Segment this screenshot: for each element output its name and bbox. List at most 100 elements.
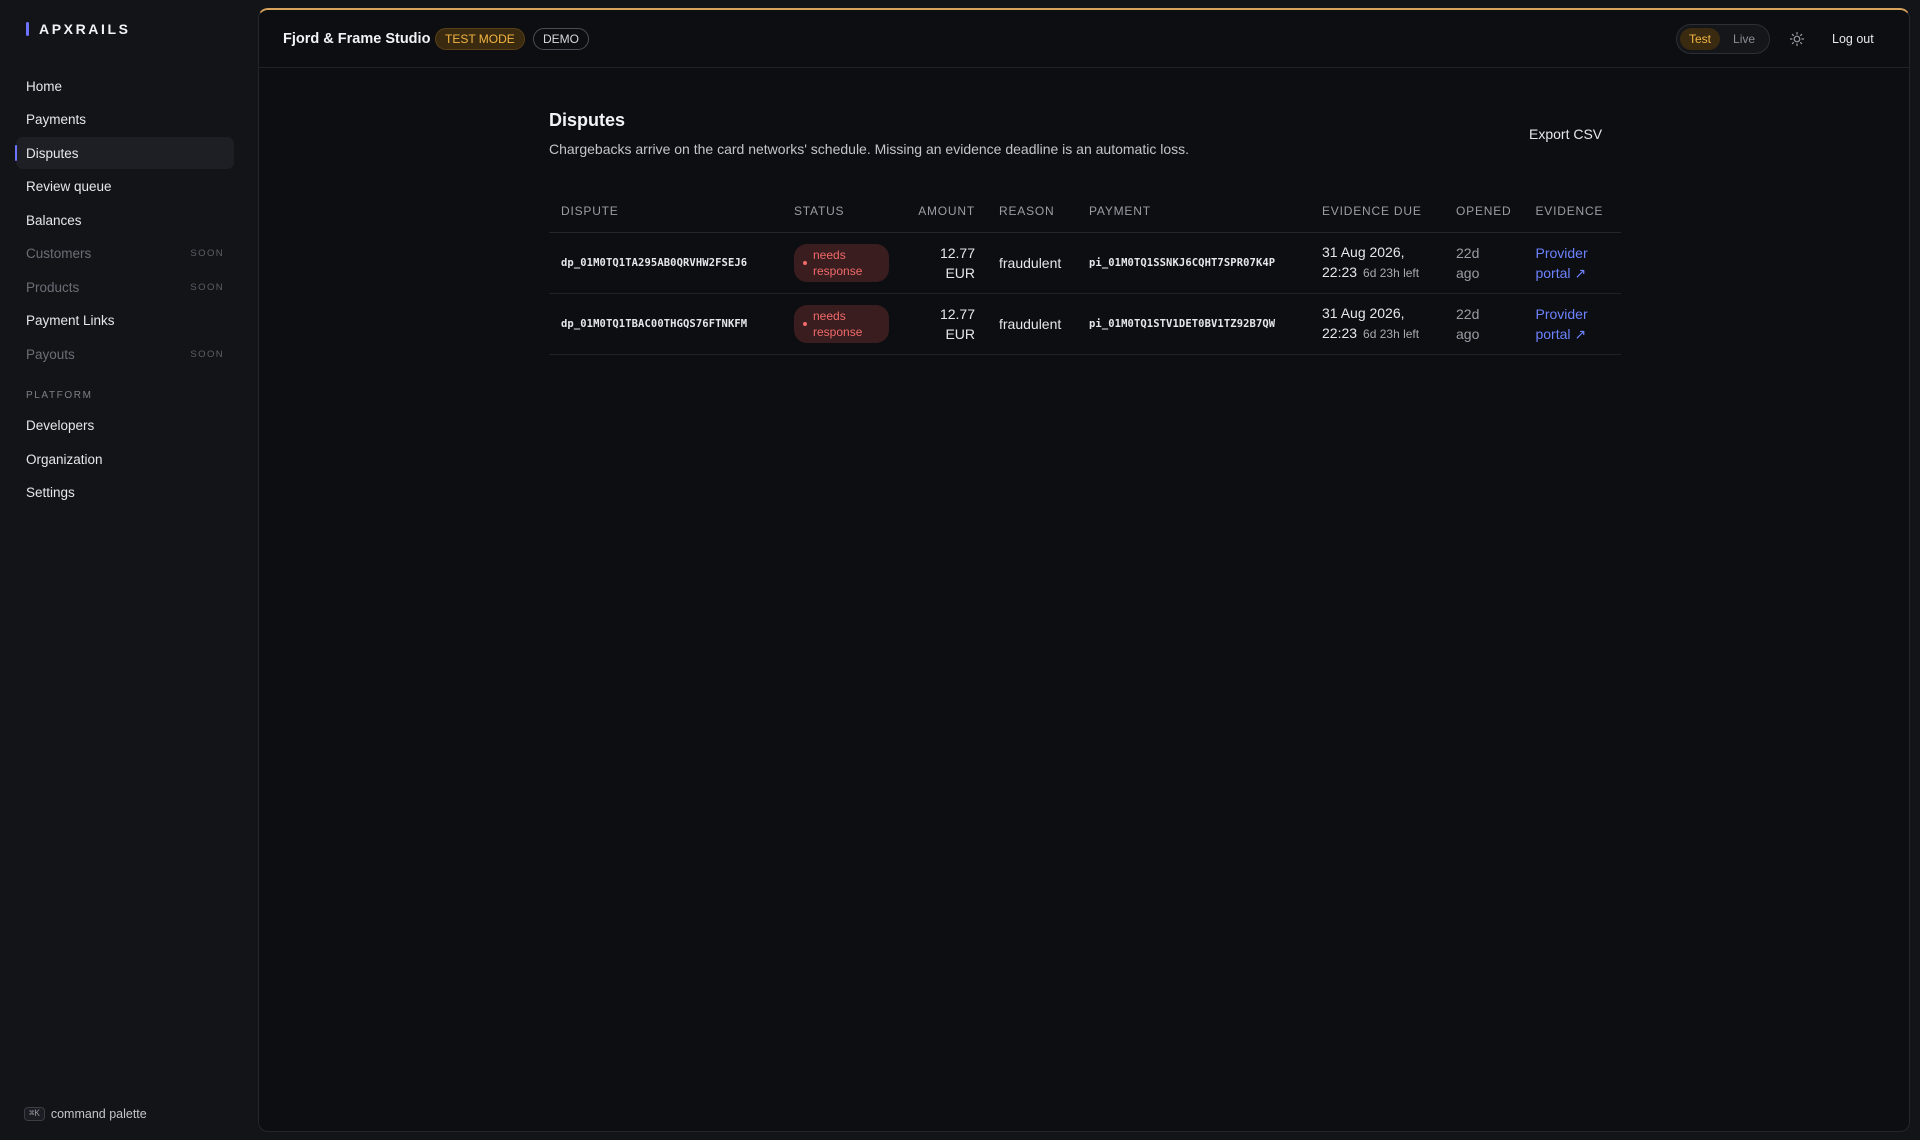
- link-label-line-1: Provider: [1535, 305, 1588, 322]
- link-label-line-1: Provider: [1535, 244, 1588, 261]
- sidebar-item-products: Products SOON: [16, 271, 234, 303]
- dispute-id[interactable]: dp_01M0TQ1TA295AB0QRVHW2FSEJ6: [549, 232, 782, 294]
- brand-name: APXRAILS: [39, 21, 131, 37]
- sidebar-item-label: Products: [26, 279, 80, 295]
- column-header-status[interactable]: STATUS: [782, 190, 906, 233]
- evidence-time-left: 6d 23h left: [1363, 266, 1420, 280]
- logout-button[interactable]: Log out: [1832, 32, 1874, 46]
- sidebar-item-label: Settings: [26, 485, 75, 500]
- sidebar-item-payments[interactable]: Payments: [16, 104, 234, 136]
- sidebar-item-label: Home: [26, 78, 63, 94]
- opened-cell: 22d ago: [1444, 232, 1524, 294]
- evidence-time-left: 6d 23h left: [1363, 327, 1420, 341]
- org-name: Fjord & Frame Studio: [283, 31, 431, 47]
- sidebar-item-home[interactable]: Home: [16, 70, 234, 102]
- command-shortcut-key: ⌘K: [24, 1107, 45, 1121]
- soon-badge: SOON: [190, 348, 224, 360]
- sidebar-item-payouts: Payouts SOON: [16, 338, 234, 370]
- sun-icon[interactable]: [1789, 31, 1805, 47]
- disputes-content: Disputes Chargebacks arrive on the card …: [549, 110, 1621, 355]
- table-row[interactable]: dp_01M0TQ1TA295AB0QRVHW2FSEJ6 needs resp…: [549, 232, 1621, 294]
- soon-badge: SOON: [190, 281, 224, 293]
- sidebar-item-payment-links[interactable]: Payment Links: [16, 305, 234, 337]
- sidebar-item-label: Payment Links: [26, 313, 115, 328]
- provider-portal-link[interactable]: Provider portal ↗: [1535, 304, 1587, 344]
- amount-cell: 12.77 EUR: [906, 232, 987, 294]
- sidebar: APXRAILS Home Payments Disputes Review q…: [0, 0, 257, 1140]
- column-header-opened[interactable]: OPENED: [1444, 190, 1524, 233]
- demo-badge: DEMO: [533, 28, 589, 50]
- link-label-line-2: portal ↗: [1535, 325, 1587, 342]
- sidebar-item-label: Developers: [26, 418, 95, 433]
- sidebar-item-balances[interactable]: Balances: [16, 204, 234, 236]
- evidence-due-cell: 31 Aug 2026, 22:23 6d 23h left: [1310, 293, 1444, 355]
- column-header-evidence-due[interactable]: EVIDENCE DUE: [1310, 190, 1444, 233]
- column-header-evidence[interactable]: EVIDENCE: [1523, 190, 1621, 233]
- table-header-row: DISPUTE STATUS AMOUNT REASON PAYMENT EVI…: [549, 190, 1621, 233]
- main-panel: Fjord & Frame Studio TEST MODE DEMO Test…: [258, 8, 1910, 1132]
- sidebar-item-label: Customers: [26, 246, 92, 261]
- sidebar-item-disputes[interactable]: Disputes: [15, 137, 234, 169]
- sidebar-item-label: Disputes: [26, 145, 79, 161]
- soon-badge: SOON: [190, 248, 224, 259]
- command-palette-label: command palette: [50, 1107, 147, 1121]
- evidence-due-date: 31 Aug 2026,: [1322, 305, 1405, 321]
- sidebar-item-label: Organization: [26, 451, 103, 467]
- test-mode-badge: TEST MODE: [435, 28, 525, 50]
- mode-live-button[interactable]: Live: [1724, 28, 1764, 50]
- status-badge: needs response: [794, 304, 889, 343]
- disputes-table: DISPUTE STATUS AMOUNT REASON PAYMENT EVI…: [549, 190, 1621, 355]
- amount-cell: 12.77 EUR: [906, 293, 987, 355]
- sidebar-item-review-queue[interactable]: Review queue: [16, 171, 234, 203]
- evidence-due-date: 31 Aug 2026,: [1322, 244, 1405, 260]
- dispute-id[interactable]: dp_01M0TQ1TBAC00THGQS76FTNKFM: [549, 293, 782, 355]
- evidence-cell: Provider portal ↗: [1523, 232, 1621, 294]
- status-label: needs response: [813, 247, 863, 278]
- sidebar-item-developers[interactable]: Developers: [16, 410, 234, 442]
- sidebar-item-settings[interactable]: Settings: [16, 477, 234, 509]
- sidebar-item-customers: Customers SOON: [16, 238, 234, 270]
- payment-id[interactable]: pi_01M0TQ1STV1DET0BV1TZ92B7QW: [1077, 293, 1310, 355]
- status-cell: needs response: [782, 293, 906, 355]
- amount-value: 12.77: [939, 244, 975, 261]
- command-palette-hint[interactable]: ⌘K command palette: [24, 1107, 147, 1121]
- export-csv-button[interactable]: Export CSV: [1529, 126, 1602, 142]
- column-header-dispute[interactable]: DISPUTE: [549, 190, 782, 233]
- column-header-payment[interactable]: PAYMENT: [1077, 190, 1310, 233]
- provider-portal-link[interactable]: Provider portal ↗: [1535, 243, 1587, 283]
- status-label: needs response: [813, 308, 863, 339]
- sidebar-item-label: Review queue: [26, 179, 112, 194]
- mode-test-button[interactable]: Test: [1680, 28, 1721, 50]
- sidebar-item-organization[interactable]: Organization: [16, 443, 234, 475]
- table-row[interactable]: dp_01M0TQ1TBAC00THGQS76FTNKFM needs resp…: [549, 293, 1621, 355]
- opened-suffix: ago: [1456, 325, 1480, 342]
- brand-mark-icon: [26, 22, 29, 36]
- column-header-amount[interactable]: AMOUNT: [906, 190, 987, 233]
- payment-id[interactable]: pi_01M0TQ1SSNKJ6CQHT7SPR07K4P: [1077, 232, 1310, 294]
- opened-value: 22d: [1456, 244, 1480, 261]
- sidebar-section-platform: PLATFORM: [26, 389, 93, 401]
- evidence-due-time: 22:23: [1322, 264, 1358, 280]
- amount-currency: EUR: [945, 264, 975, 281]
- page-title: Disputes: [549, 110, 626, 130]
- evidence-cell: Provider portal ↗: [1523, 293, 1621, 355]
- reason-cell: fraudulent: [987, 232, 1077, 294]
- sidebar-item-label: Payouts: [26, 346, 75, 362]
- evidence-due-time: 22:23: [1322, 325, 1358, 341]
- opened-cell: 22d ago: [1444, 293, 1524, 355]
- amount-currency: EUR: [945, 325, 975, 342]
- sidebar-item-label: Payments: [26, 112, 87, 127]
- status-dot-icon: [803, 321, 807, 326]
- page-subtitle: Chargebacks arrive on the card networks'…: [549, 141, 1190, 157]
- brand-logo[interactable]: APXRAILS: [26, 20, 131, 38]
- opened-suffix: ago: [1456, 264, 1480, 281]
- mode-toggle: Test Live: [1676, 24, 1770, 54]
- status-badge: needs response: [794, 243, 889, 282]
- column-header-reason[interactable]: REASON: [987, 190, 1077, 233]
- link-label-line-2: portal ↗: [1535, 264, 1587, 281]
- status-cell: needs response: [782, 232, 906, 294]
- sidebar-nav: Home Payments Disputes Review queue Bala…: [15, 70, 234, 510]
- top-bar: Fjord & Frame Studio TEST MODE DEMO Test…: [259, 10, 1909, 68]
- evidence-due-cell: 31 Aug 2026, 22:23 6d 23h left: [1310, 232, 1444, 294]
- reason-cell: fraudulent: [987, 293, 1077, 355]
